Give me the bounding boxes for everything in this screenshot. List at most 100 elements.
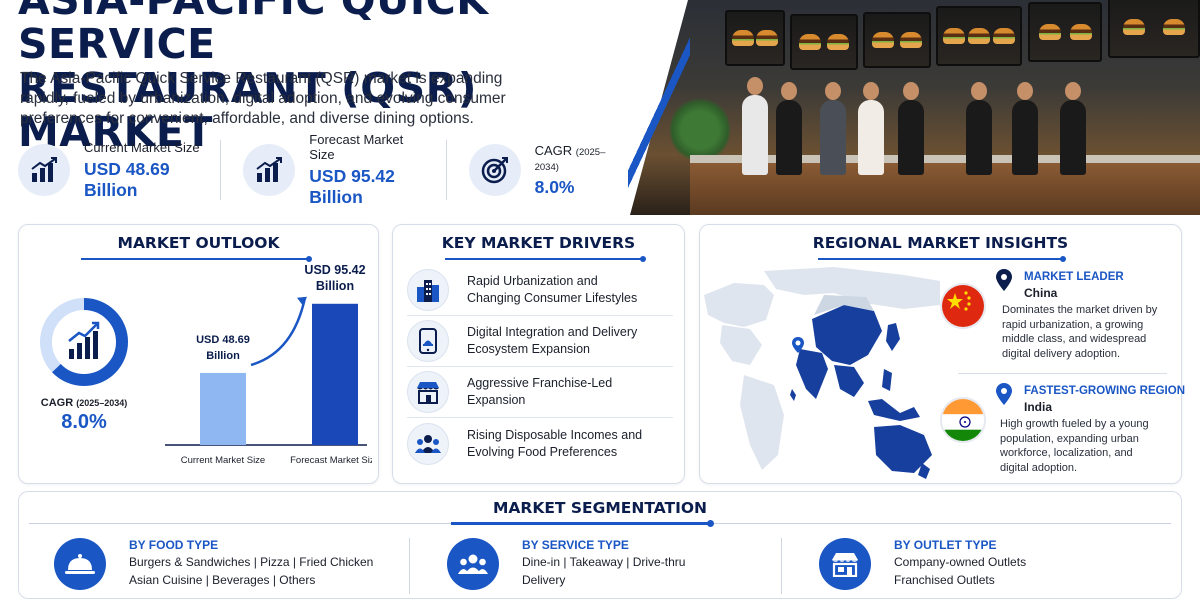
region-desc-line: rapid urbanization, a growing (1002, 318, 1144, 331)
segment-items: Asian Cuisine | Beverages | Others (129, 573, 316, 587)
title-rule-accent (451, 520, 714, 527)
bar-value-label: Billion (316, 279, 354, 293)
segment-separator (781, 538, 782, 594)
region-kicker: FASTEST-GROWING REGION (1024, 385, 1186, 397)
category-label: Forecast Market Size (290, 455, 372, 466)
region-description: Dominates the market driven by rapid urb… (1002, 303, 1178, 361)
driver-line: Changing Consumer Lifestyles (467, 291, 638, 305)
region-desc-line: workforce, localization, and (1000, 447, 1133, 459)
india-flag-icon (940, 397, 986, 443)
bar-chart-growth-icon (243, 144, 296, 196)
region-kicker: MARKET LEADER (1024, 271, 1124, 283)
people-group-icon (407, 422, 449, 465)
segment-items: Burgers & Sandwiches | Pizza | Fried Chi… (129, 555, 374, 569)
stat-forecast-market-size: Forecast Market Size USD 95.42 Billion (243, 132, 447, 207)
market-size-bar-chart: USD 48.69 Billion Current Market Size USD 9… (165, 265, 372, 466)
growth-arrow-head (297, 296, 307, 306)
location-pin-icon (996, 269, 1012, 291)
list-item: Rising Disposable Incomes and Evolving Fo… (407, 418, 673, 469)
region-desc-line: High growth fueled by a young (1000, 418, 1149, 430)
cloche-icon (54, 538, 106, 590)
driver-line: Expansion (467, 393, 526, 407)
segment-items: Delivery (522, 573, 566, 587)
panel-title: MARKET SEGMENTATION (492, 499, 708, 517)
segment-outlet-type: BY OUTLET TYPE Company-owned Outlets Fra… (819, 536, 1139, 596)
bar-value-label: Billion (206, 350, 240, 362)
stat-current-market-size: Current Market Size USD 48.69 Billion (18, 139, 222, 200)
asia-pacific-map (704, 267, 940, 479)
title-line-1: ASIA-PACIFIC QUICK SERVICE (18, 0, 489, 68)
bar (200, 372, 246, 445)
region-divider (958, 373, 1167, 374)
storefront-icon (819, 538, 871, 590)
driver-line: Evolving Food Preferences (467, 444, 618, 459)
segment-separator (409, 538, 410, 594)
target-icon (468, 144, 521, 196)
mobile-delivery-icon (407, 320, 449, 362)
segment-heading: BY FOOD TYPE (129, 538, 219, 552)
segment-items: Company-owned Outlets (894, 555, 1027, 569)
stat-value: USD 95.42 Billion (309, 166, 395, 207)
location-pin-icon (996, 383, 1012, 405)
segment-items: Franchised Outlets (894, 573, 995, 587)
stat-label-text: CAGR (534, 142, 573, 158)
list-item: Digital Integration and Delivery Ecosyste… (407, 316, 673, 367)
key-market-drivers-panel: KEY MARKET DRIVERS Rapid Urbanization an… (392, 224, 685, 484)
driver-line: Rising Disposable Incomes and (467, 427, 643, 442)
region-country: India (1024, 400, 1053, 414)
page-subtitle: The Asia-Pacific Quick Service Restauran… (20, 70, 506, 127)
segment-food-type: BY FOOD TYPE Burgers & Sandwiches | Pizz… (54, 536, 414, 596)
stat-label: Forecast Market Size (309, 132, 404, 162)
china-flag-icon (940, 283, 986, 329)
driver-line: Ecosystem Expansion (467, 342, 590, 356)
market-outlook-panel: MARKET OUTLOOK CAGR (2025–2034) 8.0% USD… (18, 224, 379, 484)
india-region (796, 349, 828, 399)
people-group-icon (447, 538, 499, 590)
key-stats: Current Market Size USD 48.69 Billion Fo… (18, 132, 628, 207)
cagr-value: 8.0% (61, 411, 107, 433)
city-buildings-icon (407, 269, 449, 311)
cagr-label-note: (2025–2034) (76, 398, 128, 408)
stat-label: Current Market Size (84, 139, 200, 155)
segment-items: Dine-in | Takeaway | Drive-thru (522, 555, 686, 569)
driver-line: Digital Integration and Delivery (467, 325, 638, 339)
title-rule (81, 256, 312, 262)
list-item: Aggressive Franchise-Led Expansion (407, 367, 673, 418)
region-desc-line: Dominates the market driven by (1002, 304, 1158, 316)
regional-insights-panel: REGIONAL MARKET INSIGHTS MARKET LEADER C… (699, 224, 1186, 484)
region-desc-line: population, expanding urban (1000, 432, 1139, 445)
panel-title: KEY MARKET DRIVERS (441, 234, 636, 252)
driver-line: Aggressive Franchise-Led (467, 376, 613, 390)
panel-title: REGIONAL MARKET INSIGHTS (812, 234, 1069, 252)
category-label: Current Market Size (181, 455, 265, 466)
region-desc-line: middle class, and widespread (1002, 333, 1147, 345)
stat-value: USD 48.69 Billion (84, 158, 170, 200)
stat-cagr: CAGR (2025–2034) 8.0% (468, 140, 628, 200)
segment-service-type: BY SERVICE TYPE Dine-in | Takeaway | Dri… (447, 536, 767, 596)
region-desc-line: digital adoption. (1000, 461, 1078, 474)
bar-chart-growth-icon (68, 321, 100, 359)
segment-heading: BY OUTLET TYPE (894, 538, 997, 552)
region-country: China (1024, 286, 1058, 300)
list-item: Rapid Urbanization and Changing Consumer … (407, 265, 673, 316)
bar (312, 303, 358, 445)
driver-line: Rapid Urbanization and (467, 274, 598, 288)
hero-restaurant-photo (630, 0, 1200, 215)
region-desc-line: digital delivery adoption. (1002, 347, 1121, 360)
region-description: High growth fueled by a young population… (1000, 417, 1176, 475)
stat-value: 8.0% (534, 176, 575, 197)
cagr-donut (40, 298, 128, 386)
bar-chart-growth-icon (18, 144, 70, 196)
storefront-icon (407, 371, 449, 413)
stat-label: CAGR (2025–2034) (535, 143, 610, 173)
market-segmentation-panel: MARKET SEGMENTATION BY FOOD TYPE Burgers… (18, 491, 1182, 599)
panel-title: MARKET OUTLOOK (117, 234, 280, 252)
cagr-label-text: CAGR (40, 397, 74, 409)
drivers-list: Rapid Urbanization and Changing Consumer … (407, 265, 673, 469)
title-rule (445, 256, 646, 262)
bar-value-label: USD 48.69 (196, 334, 250, 346)
segment-heading: BY SERVICE TYPE (522, 538, 629, 552)
bar-value-label: USD 95.42 (304, 265, 365, 277)
growth-arrow (250, 297, 307, 367)
title-rule (818, 256, 1066, 262)
